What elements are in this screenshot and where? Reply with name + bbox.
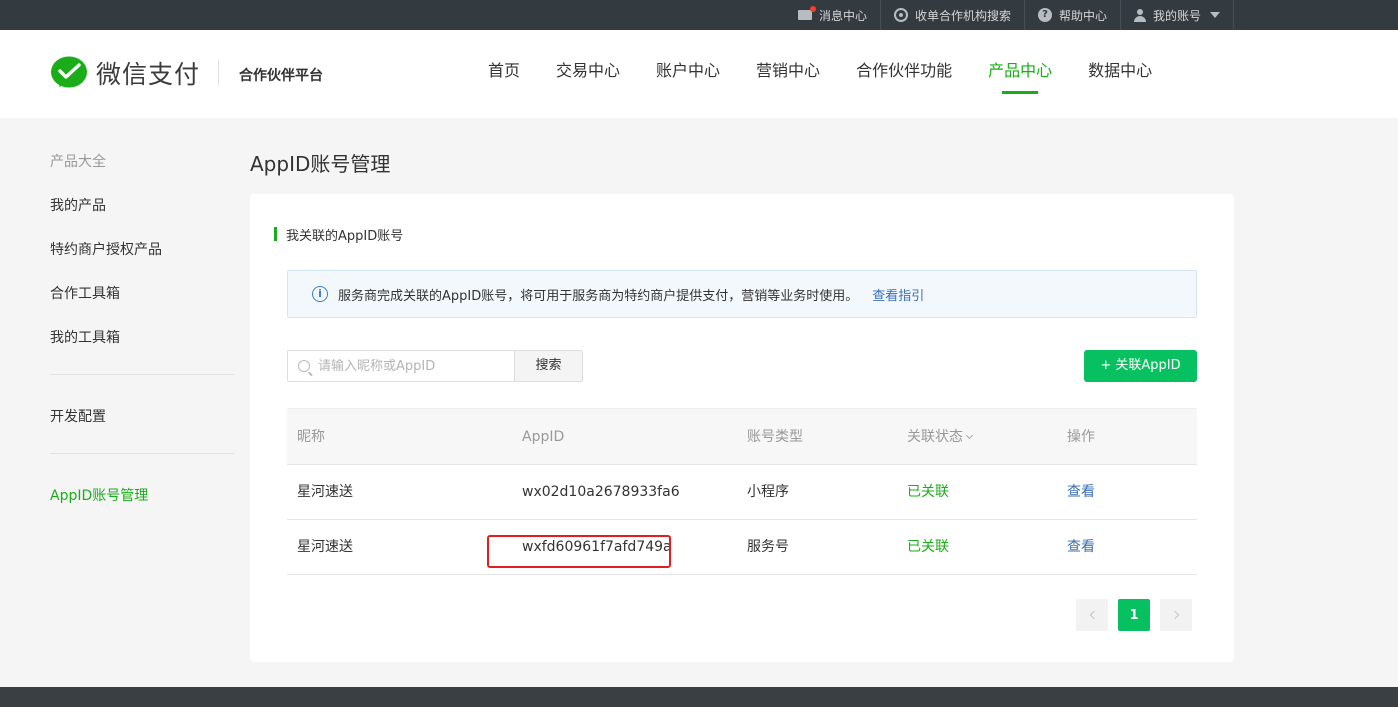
my-account-label: 我的账号: [1152, 8, 1201, 23]
chevron-right-icon: [1170, 610, 1179, 620]
wechat-pay-logo[interactable]: 微信支付 合作伙伴平台: [50, 55, 323, 91]
appid-table: 昵称 AppID 账号类型 关联状态 操作 星河速送 wx02d10a26789…: [287, 408, 1197, 575]
search-field: [287, 350, 515, 382]
row-nickname: 星河速送: [297, 539, 353, 555]
search-icon: [893, 8, 908, 22]
prev-page-button[interactable]: [1076, 599, 1108, 631]
table-header: 昵称 AppID 账号类型 关联状态 操作: [287, 408, 1197, 465]
message-center-label: 消息中心: [818, 8, 867, 23]
sidebar-divider: [50, 453, 234, 454]
search-button[interactable]: 搜索: [514, 350, 583, 382]
row-status: 已关联: [907, 539, 949, 555]
sidebar-item-dev-config[interactable]: 开发配置: [50, 406, 106, 426]
appid-highlight-box: [487, 535, 671, 568]
help-icon: ?: [1037, 8, 1052, 22]
info-notice: i 服务商完成关联的AppID账号，将可用于服务商为特约商户提供支付，营销等业务…: [287, 270, 1197, 318]
message-icon: [797, 6, 816, 20]
nav-home[interactable]: 首页: [488, 30, 520, 118]
nav-transactions[interactable]: 交易中心: [556, 30, 620, 118]
sidebar-item-sub-merchant-products[interactable]: 特约商户授权产品: [50, 239, 162, 259]
column-header-status: 关联状态: [907, 429, 963, 445]
chevron-left-icon: [1089, 610, 1098, 620]
logo-divider: [218, 60, 220, 86]
column-header-account-type: 账号类型: [747, 429, 803, 445]
utility-links: 消息中心 收单合作机构搜索 ? 帮助中心 我的账号: [785, 0, 1234, 30]
chevron-down-icon: [965, 431, 974, 440]
row-appid: wx02d10a2678933fa6: [522, 484, 680, 500]
nav-marketing[interactable]: 营销中心: [756, 30, 820, 118]
help-center-label: 帮助中心: [1058, 8, 1107, 23]
caret-down-icon: [1210, 12, 1220, 18]
view-guide-link[interactable]: 查看指引: [872, 285, 924, 304]
message-center-link[interactable]: 消息中心: [785, 0, 880, 30]
sidebar-item-appid-management[interactable]: AppID账号管理: [50, 485, 148, 505]
pagination: 1: [1076, 599, 1202, 631]
page-title: AppID账号管理: [250, 152, 391, 176]
sidebar-divider: [50, 374, 234, 375]
main-nav: 首页 交易中心 账户中心 营销中心 合作伙伴功能 产品中心 数据中心: [470, 30, 1170, 118]
notice-text: 服务商完成关联的AppID账号，将可用于服务商为特约商户提供支付，营销等业务时使…: [338, 288, 859, 304]
top-utility-bar: 消息中心 收单合作机构搜索 ? 帮助中心 我的账号: [0, 0, 1398, 30]
search-input[interactable]: [318, 358, 498, 374]
logo-text: 微信支付: [96, 60, 201, 89]
platform-name: 合作伙伴平台: [239, 68, 324, 84]
page-number-current[interactable]: 1: [1118, 599, 1150, 631]
search-icon: [298, 360, 310, 372]
info-icon: i: [312, 286, 328, 302]
footer-bar: [0, 687, 1398, 707]
wechat-pay-logo-icon: [51, 56, 87, 88]
nav-partner-functions[interactable]: 合作伙伴功能: [856, 30, 952, 118]
column-header-appid: AppID: [522, 429, 565, 445]
column-header-action: 操作: [1067, 429, 1095, 445]
sidebar-item-my-toolbox[interactable]: 我的工具箱: [50, 327, 120, 347]
table-row: 星河速送 wx02d10a2678933fa6 小程序 已关联 查看: [287, 465, 1197, 520]
nav-data[interactable]: 数据中心: [1088, 30, 1152, 118]
user-icon: [1133, 8, 1146, 22]
help-center-link[interactable]: ? 帮助中心: [1023, 0, 1120, 30]
nav-products[interactable]: 产品中心: [988, 30, 1052, 118]
row-account-type: 小程序: [747, 484, 789, 500]
content-card: 我关联的AppID账号 i 服务商完成关联的AppID账号，将可用于服务商为特约…: [250, 194, 1234, 662]
row-view-link[interactable]: 查看: [1067, 520, 1095, 574]
row-nickname: 星河速送: [297, 484, 353, 500]
column-header-nickname: 昵称: [297, 429, 325, 445]
sidebar-group-title: 产品大全: [50, 154, 106, 170]
row-account-type: 服务号: [747, 539, 789, 555]
link-appid-button[interactable]: + 关联AppID: [1084, 350, 1197, 382]
next-page-button[interactable]: [1160, 599, 1192, 631]
nav-account[interactable]: 账户中心: [656, 30, 720, 118]
acquirer-search-link[interactable]: 收单合作机构搜索: [879, 0, 1024, 30]
main-header: 微信支付 合作伙伴平台 首页 交易中心 账户中心 营销中心 合作伙伴功能 产品中…: [0, 30, 1398, 118]
row-view-link[interactable]: 查看: [1067, 465, 1095, 519]
row-status: 已关联: [907, 484, 949, 500]
my-account-menu[interactable]: 我的账号: [1119, 0, 1234, 30]
section-title: 我关联的AppID账号: [274, 225, 403, 244]
acquirer-search-label: 收单合作机构搜索: [914, 8, 1011, 23]
sidebar-item-partner-toolbox[interactable]: 合作工具箱: [50, 283, 120, 303]
column-header-status-filter[interactable]: 关联状态: [907, 409, 974, 465]
sidebar-item-my-products[interactable]: 我的产品: [50, 195, 106, 215]
table-row: 星河速送 wxfd60961f7afd749a 服务号 已关联 查看: [287, 520, 1197, 575]
